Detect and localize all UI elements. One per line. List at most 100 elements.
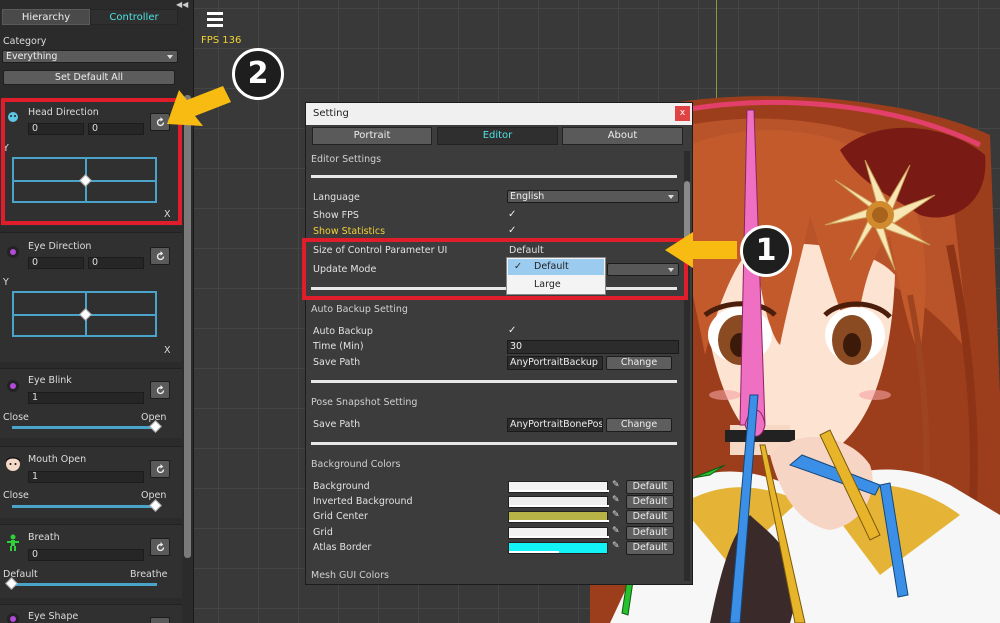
eye-blink-field[interactable]: 1 bbox=[28, 392, 144, 404]
show-fps-checkbox[interactable]: ✓ bbox=[508, 209, 516, 220]
panel-scrollbar[interactable] bbox=[184, 95, 191, 558]
backup-save-path-field[interactable]: AnyPortraitBackup bbox=[507, 356, 603, 370]
grid-default-button[interactable]: Default bbox=[626, 526, 674, 540]
category-label: Category bbox=[3, 36, 47, 47]
refresh-icon bbox=[156, 542, 165, 552]
chevron-down-icon bbox=[668, 195, 674, 199]
mouth-open-slider[interactable] bbox=[12, 505, 157, 508]
grid-center-default-button[interactable]: Default bbox=[626, 510, 674, 524]
refresh-icon bbox=[156, 464, 165, 474]
mouth-open-reset-button[interactable] bbox=[150, 460, 170, 478]
grid-label: Grid bbox=[313, 527, 333, 538]
atlas-border-default-button[interactable]: Default bbox=[626, 541, 674, 555]
fps-counter: FPS 136 bbox=[201, 35, 242, 46]
language-label: Language bbox=[313, 192, 360, 203]
eyedropper-icon[interactable]: ✎ bbox=[612, 541, 620, 551]
bg-color-swatch[interactable] bbox=[508, 481, 609, 493]
bg-color-label: Background bbox=[313, 481, 370, 492]
show-statistics-checkbox[interactable]: ✓ bbox=[508, 225, 516, 236]
eyedropper-icon[interactable]: ✎ bbox=[612, 480, 620, 490]
eye-shape-reset-button[interactable] bbox=[150, 617, 170, 623]
eye-direction-label: Eye Direction bbox=[28, 241, 92, 252]
divider bbox=[311, 442, 677, 445]
pose-save-path-label: Save Path bbox=[313, 419, 361, 430]
callout-number-1: 1 bbox=[740, 225, 792, 277]
window-title: Setting bbox=[306, 103, 692, 125]
eye-blink-label: Eye Blink bbox=[28, 375, 72, 386]
save-path-label: Save Path bbox=[313, 357, 361, 368]
chevron-down-icon bbox=[167, 55, 173, 59]
category-select[interactable]: Everything bbox=[2, 50, 178, 63]
window-scrollbar[interactable] bbox=[684, 151, 690, 581]
highlight-box-head-direction bbox=[1, 98, 182, 225]
eye-icon bbox=[7, 246, 19, 258]
collapse-icon[interactable]: ◀◀ bbox=[176, 0, 188, 9]
backup-change-button[interactable]: Change bbox=[606, 356, 672, 370]
eye-direction-handle[interactable] bbox=[79, 308, 92, 321]
eyedropper-icon[interactable]: ✎ bbox=[612, 495, 620, 505]
divider bbox=[311, 175, 677, 178]
breath-min-label: Default bbox=[3, 569, 38, 580]
inverted-bg-label: Inverted Background bbox=[313, 496, 413, 507]
grid-swatch[interactable] bbox=[508, 527, 609, 539]
eye-icon bbox=[7, 380, 19, 392]
tab-controller[interactable]: Controller bbox=[90, 9, 178, 25]
refresh-icon bbox=[156, 385, 165, 395]
eyedropper-icon[interactable]: ✎ bbox=[612, 526, 620, 536]
grid-center-label: Grid Center bbox=[313, 511, 368, 522]
eye-direction-y-field[interactable]: 0 bbox=[88, 257, 144, 269]
eye-blink-slider[interactable] bbox=[12, 426, 157, 429]
eye-direction-section: Eye Direction 0 0 Y X bbox=[0, 232, 182, 362]
eyedropper-icon[interactable]: ✎ bbox=[612, 510, 620, 520]
pose-change-button[interactable]: Change bbox=[606, 418, 672, 432]
pose-save-path-field[interactable]: AnyPortraitBonePose bbox=[507, 418, 603, 432]
inverted-bg-swatch[interactable] bbox=[508, 496, 609, 508]
background-colors-header: Background Colors bbox=[311, 459, 401, 470]
eye-shape-label: Eye Shape bbox=[28, 611, 79, 622]
tab-about[interactable]: About bbox=[562, 127, 683, 145]
breath-label: Breath bbox=[28, 532, 60, 543]
breath-section: Breath 0 Default Breathe bbox=[0, 524, 182, 598]
auto-backup-header: Auto Backup Setting bbox=[311, 304, 408, 315]
tab-portrait[interactable]: Portrait bbox=[312, 127, 432, 145]
breath-field[interactable]: 0 bbox=[28, 549, 144, 561]
eye-direction-pad[interactable] bbox=[12, 291, 157, 337]
tab-editor[interactable]: Editor bbox=[437, 127, 558, 145]
show-statistics-label: Show Statistics bbox=[313, 226, 386, 237]
eye-direction-x-field[interactable]: 0 bbox=[28, 257, 84, 269]
inverted-bg-default-button[interactable]: Default bbox=[626, 495, 674, 509]
breath-reset-button[interactable] bbox=[150, 538, 170, 556]
arrow-left-icon bbox=[665, 232, 737, 268]
face-icon bbox=[6, 457, 20, 471]
language-select[interactable]: English bbox=[507, 190, 679, 203]
eye-blink-min-label: Close bbox=[3, 412, 29, 423]
mouth-open-handle[interactable] bbox=[149, 499, 162, 512]
close-icon[interactable]: x bbox=[675, 106, 690, 121]
auto-backup-checkbox[interactable]: ✓ bbox=[508, 325, 516, 336]
auto-backup-label: Auto Backup bbox=[313, 326, 373, 337]
body-icon bbox=[7, 534, 19, 551]
axis-x-label: X bbox=[164, 345, 171, 356]
arrow-down-left-icon bbox=[167, 86, 231, 126]
grid-center-swatch[interactable] bbox=[508, 511, 609, 523]
mouth-open-label: Mouth Open bbox=[28, 454, 87, 465]
set-default-all-button[interactable]: Set Default All bbox=[3, 70, 175, 85]
axis-y-label: Y bbox=[3, 277, 9, 288]
atlas-border-label: Atlas Border bbox=[313, 542, 372, 553]
eye-blink-section: Eye Blink 1 Close Open bbox=[0, 368, 182, 438]
divider bbox=[311, 380, 677, 383]
bg-default-button[interactable]: Default bbox=[626, 480, 674, 494]
mesh-gui-colors-header: Mesh GUI Colors bbox=[311, 570, 389, 581]
eye-blink-reset-button[interactable] bbox=[150, 381, 170, 399]
tab-hierarchy[interactable]: Hierarchy bbox=[2, 9, 90, 25]
atlas-border-swatch[interactable] bbox=[508, 542, 608, 554]
show-fps-label: Show FPS bbox=[313, 210, 359, 221]
mouth-open-section: Mouth Open 1 Close Open bbox=[0, 446, 182, 518]
mouth-open-field[interactable]: 1 bbox=[28, 471, 144, 483]
time-min-field[interactable]: 30 bbox=[507, 340, 679, 354]
setting-window: Setting x Portrait Editor About Editor S… bbox=[305, 102, 693, 585]
time-min-label: Time (Min) bbox=[313, 341, 364, 352]
eye-direction-reset-button[interactable] bbox=[150, 247, 170, 265]
menu-icon[interactable] bbox=[205, 9, 225, 29]
breath-slider[interactable] bbox=[12, 583, 157, 586]
